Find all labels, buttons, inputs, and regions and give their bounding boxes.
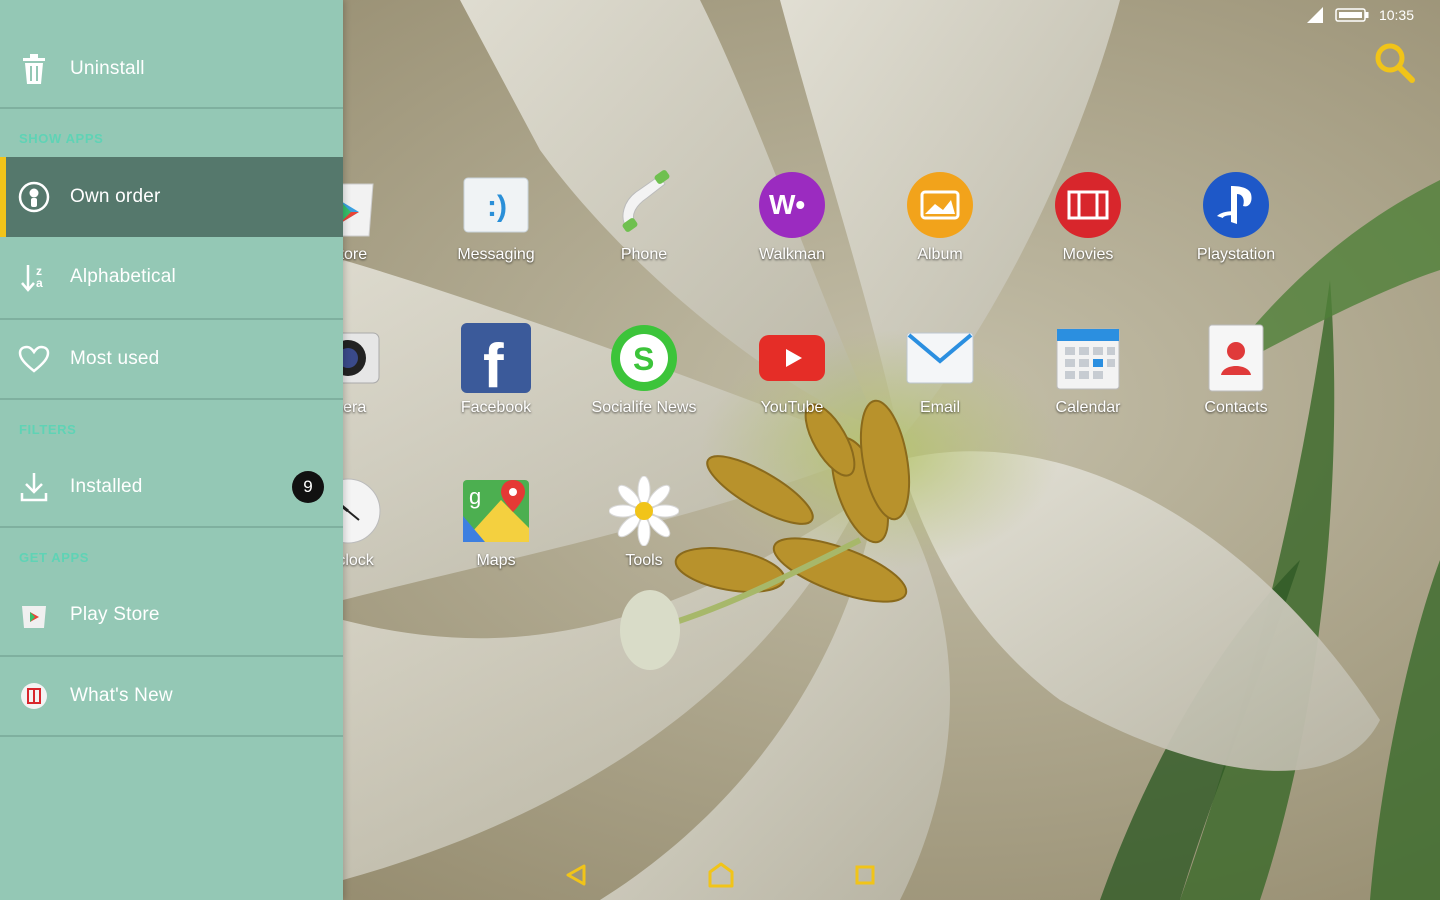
home-button[interactable] bbox=[704, 860, 738, 890]
app-playstation[interactable]: Playstation bbox=[1166, 170, 1306, 300]
whats-new-icon bbox=[18, 680, 50, 712]
walkman-icon: W• bbox=[759, 172, 825, 238]
app-maps[interactable]: g Maps bbox=[426, 476, 566, 606]
person-icon bbox=[18, 181, 50, 213]
app-socialife-news[interactable]: S Socialife News bbox=[574, 323, 714, 453]
messaging-icon: :) bbox=[463, 177, 529, 233]
playstation-icon bbox=[1203, 172, 1269, 238]
back-button[interactable] bbox=[560, 860, 594, 890]
calendar-icon bbox=[1056, 328, 1120, 390]
app-camera[interactable]: mera bbox=[343, 323, 418, 453]
clock-icon bbox=[343, 478, 381, 544]
app-drawer-menu: Uninstall SHOW APPS Own order z a Alphab… bbox=[0, 0, 343, 900]
section-header-get-apps: GET APPS bbox=[19, 550, 90, 565]
socialife-icon: S bbox=[611, 325, 677, 391]
app-label: Walkman bbox=[758, 246, 826, 263]
app-play-store[interactable]: Store bbox=[343, 170, 418, 300]
app-email[interactable]: Email bbox=[870, 323, 1010, 453]
app-label: Calendar bbox=[1055, 399, 1121, 416]
menu-item-whats-new[interactable]: What's New bbox=[0, 657, 343, 735]
app-label: Store bbox=[343, 246, 368, 263]
most-used-label: Most used bbox=[70, 348, 160, 369]
installed-label: Installed bbox=[70, 476, 143, 497]
movies-icon bbox=[1055, 172, 1121, 238]
play-store-icon bbox=[18, 599, 50, 631]
app-messaging[interactable]: :) Messaging bbox=[426, 170, 566, 300]
download-icon bbox=[18, 471, 50, 503]
divider bbox=[0, 107, 343, 109]
app-label: Movies bbox=[1062, 246, 1114, 263]
recents-icon bbox=[855, 865, 875, 885]
menu-item-play-store[interactable]: Play Store bbox=[0, 576, 343, 654]
alphabetical-label: Alphabetical bbox=[70, 266, 176, 287]
app-alarm-clock[interactable]: & clock bbox=[343, 476, 418, 606]
app-label: YouTube bbox=[760, 399, 824, 416]
home-icon bbox=[708, 862, 734, 888]
svg-text:g: g bbox=[469, 484, 481, 509]
app-facebook[interactable]: f Facebook bbox=[426, 323, 566, 453]
phone-icon bbox=[622, 170, 670, 232]
app-label: mera bbox=[343, 399, 367, 416]
maps-icon: g bbox=[463, 480, 529, 542]
app-label: Maps bbox=[476, 552, 516, 569]
sort-alpha-icon: z a bbox=[18, 261, 50, 293]
app-calendar[interactable]: Calendar bbox=[1018, 323, 1158, 453]
trash-icon bbox=[18, 53, 50, 85]
app-label: Album bbox=[917, 246, 963, 263]
divider bbox=[0, 735, 343, 737]
app-youtube[interactable]: YouTube bbox=[722, 323, 862, 453]
app-tools[interactable]: Tools bbox=[574, 476, 714, 606]
app-label: & clock bbox=[343, 552, 374, 569]
divider bbox=[0, 398, 343, 400]
app-walkman[interactable]: W• Walkman bbox=[722, 170, 862, 300]
tools-icon bbox=[609, 476, 679, 546]
section-header-show-apps: SHOW APPS bbox=[19, 131, 104, 146]
whats-new-label: What's New bbox=[70, 685, 173, 706]
app-album[interactable]: Album bbox=[870, 170, 1010, 300]
app-label: Email bbox=[919, 399, 960, 416]
contacts-icon bbox=[1208, 324, 1264, 392]
menu-item-own-order[interactable]: Own order bbox=[0, 157, 343, 237]
own-order-label: Own order bbox=[70, 186, 161, 207]
app-movies[interactable]: Movies bbox=[1018, 170, 1158, 300]
app-label: Contacts bbox=[1204, 399, 1268, 416]
svg-text:W•: W• bbox=[769, 189, 805, 220]
section-header-filters: FILTERS bbox=[19, 422, 77, 437]
svg-text:S: S bbox=[633, 341, 654, 377]
app-label: Phone bbox=[620, 246, 668, 263]
recents-button[interactable] bbox=[848, 860, 882, 890]
app-phone[interactable]: Phone bbox=[574, 170, 714, 300]
email-icon bbox=[906, 332, 974, 384]
app-label: Messaging bbox=[457, 246, 535, 263]
installed-count-badge: 9 bbox=[292, 471, 324, 503]
menu-item-alphabetical[interactable]: z a Alphabetical bbox=[0, 237, 343, 317]
svg-text::): :) bbox=[487, 190, 507, 223]
menu-item-most-used[interactable]: Most used bbox=[0, 320, 343, 398]
svg-text:a: a bbox=[36, 276, 43, 290]
app-label: Socialife News bbox=[591, 399, 697, 416]
uninstall-button[interactable]: Uninstall bbox=[0, 32, 343, 106]
svg-text:f: f bbox=[483, 332, 504, 393]
app-contacts[interactable]: Contacts bbox=[1166, 323, 1306, 453]
app-label: Playstation bbox=[1196, 246, 1276, 263]
album-icon bbox=[907, 172, 973, 238]
facebook-icon: f bbox=[461, 323, 531, 393]
uninstall-label: Uninstall bbox=[70, 58, 145, 79]
heart-icon bbox=[18, 343, 50, 375]
app-label: Facebook bbox=[460, 399, 532, 416]
menu-item-installed[interactable]: Installed 9 bbox=[0, 448, 343, 526]
camera-icon bbox=[343, 332, 380, 384]
back-icon bbox=[566, 864, 586, 886]
youtube-icon bbox=[759, 335, 825, 381]
play-store-label: Play Store bbox=[70, 604, 160, 625]
app-label: Tools bbox=[625, 552, 663, 569]
app-grid: Store :) Messaging Phone W• Walkman Albu… bbox=[343, 0, 1440, 900]
play-store-icon bbox=[343, 183, 374, 237]
divider bbox=[0, 526, 343, 528]
